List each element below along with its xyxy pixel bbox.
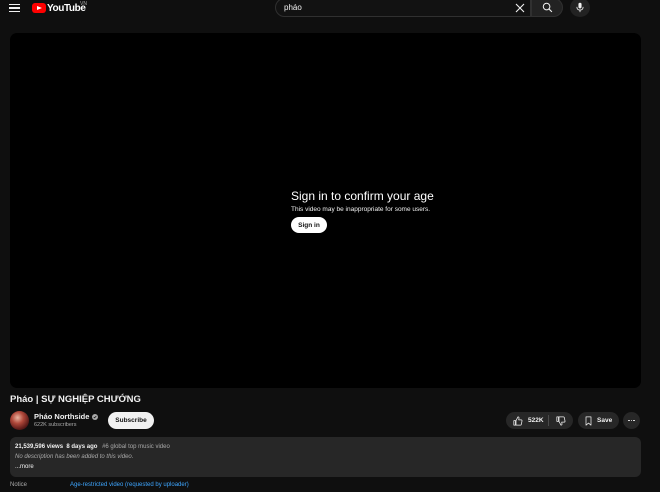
subscriber-count: 622K subscribers	[34, 422, 77, 428]
save-label: Save	[597, 417, 613, 424]
like-count: 522K	[528, 417, 544, 424]
view-count: 21,539,596 views	[15, 444, 64, 450]
show-more-link[interactable]: ...more	[15, 464, 34, 470]
description-meta: 21,539,596 views 8 days ago #6 global to…	[15, 444, 170, 450]
like-dislike-group: 522K	[506, 412, 573, 429]
search-icon	[542, 2, 552, 13]
search-box	[275, 0, 531, 17]
thumbs-down-icon	[556, 415, 566, 426]
country-code: VN	[80, 1, 87, 7]
more-actions-icon[interactable]	[623, 412, 640, 429]
channel-name: Pháo Northside	[34, 412, 90, 421]
microphone-icon	[576, 2, 584, 13]
save-button[interactable]: Save	[578, 412, 619, 429]
age-gate: Sign in to confirm your age This video m…	[291, 189, 434, 233]
masthead: YouTube VN	[0, 0, 660, 18]
channel-name-link[interactable]: Pháo Northside	[34, 412, 99, 421]
hamburger-menu-icon[interactable]	[7, 0, 23, 16]
like-button[interactable]: 522K	[506, 412, 548, 429]
voice-search-button[interactable]	[570, 0, 590, 17]
verified-icon	[92, 413, 99, 420]
video-player[interactable]: Sign in to confirm your age This video m…	[10, 33, 641, 388]
description-box[interactable]: 21,539,596 views 8 days ago #6 global to…	[10, 437, 641, 477]
description-text: No description has been added to this vi…	[15, 454, 134, 460]
youtube-logo[interactable]: YouTube	[32, 2, 86, 14]
sign-in-button[interactable]: Sign in	[291, 217, 327, 233]
channel-avatar[interactable]	[10, 411, 29, 430]
dislike-button[interactable]	[549, 412, 573, 429]
subscribe-button[interactable]: Subscribe	[108, 412, 154, 429]
age-restricted-link[interactable]: Age-restricted video (requested by uploa…	[70, 482, 189, 488]
youtube-play-icon	[32, 3, 46, 13]
search-button[interactable]	[531, 0, 563, 17]
bookmark-icon	[585, 415, 592, 426]
notice-label: Notice	[10, 482, 28, 488]
search-input[interactable]	[284, 3, 504, 12]
thumbs-up-icon	[513, 415, 523, 426]
video-title: Pháo | SỰ NGHIỆP CHƯỚNG	[10, 394, 141, 405]
clear-search-icon[interactable]	[514, 2, 526, 14]
chart-tag-link[interactable]: #6 global top music video	[102, 444, 170, 450]
age-gate-title: Sign in to confirm your age	[291, 189, 434, 203]
upload-date: 8 days ago	[66, 444, 98, 450]
age-gate-subtitle: This video may be inappropriate for some…	[291, 206, 431, 213]
